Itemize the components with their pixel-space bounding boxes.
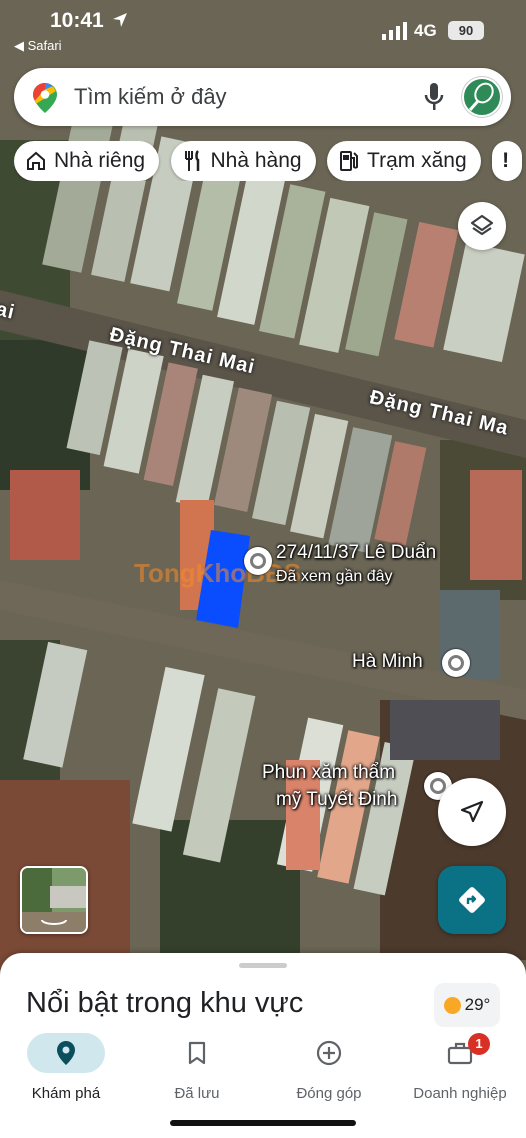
selected-place-pin-icon[interactable] [244, 547, 272, 575]
chip-more[interactable]: ! [492, 141, 523, 181]
maps-pin-icon [33, 83, 57, 113]
notification-badge: 1 [468, 1033, 490, 1055]
chip-gas-station[interactable]: Trạm xăng [327, 141, 481, 181]
poi-label[interactable]: Hà Minh [352, 651, 423, 673]
tab-label: Doanh nghiệp [413, 1085, 507, 1102]
chip-label: Nhà riêng [54, 149, 146, 172]
chip-home[interactable]: Nhà riêng [14, 141, 160, 181]
sheet-drag-handle[interactable] [239, 963, 287, 968]
poi-label[interactable]: mỹ Tuyết Đinh [276, 789, 397, 811]
category-chips: Nhà riêng Nhà hàng Trạm xăng ! [14, 141, 526, 181]
tennis-racket-icon [468, 82, 494, 111]
mic-icon[interactable] [424, 82, 444, 112]
tab-label: Đóng góp [296, 1085, 362, 1102]
street-view-preview [22, 868, 86, 932]
layers-icon [470, 214, 494, 236]
directions-button[interactable] [438, 866, 506, 934]
layers-button[interactable] [458, 202, 506, 250]
clock: 10:41 [50, 9, 104, 32]
home-indicator[interactable] [170, 1120, 356, 1126]
battery-level: 90 [448, 21, 484, 40]
add-circle-icon [316, 1040, 342, 1066]
chip-label: Trạm xăng [367, 149, 467, 172]
navigation-arrow-icon [460, 800, 484, 823]
network-type: 4G [414, 21, 437, 40]
more-icon: ! [502, 149, 510, 172]
poi-label[interactable]: Phun xăm thẩm [262, 762, 395, 784]
temperature: 29° [464, 995, 491, 1014]
selected-place-subtitle: Đã xem gần đây [276, 568, 393, 585]
selected-place-name[interactable]: 274/11/37 Lê Duẩn [276, 542, 436, 564]
bookmark-icon [188, 1041, 206, 1065]
back-to-safari[interactable]: ◀ Safari [14, 38, 62, 54]
search-input[interactable]: Tìm kiếm ở đây [74, 84, 227, 110]
tab-business[interactable]: 1 Doanh nghiệp [400, 1027, 520, 1117]
home-icon [27, 151, 45, 170]
tab-label: Đã lưu [174, 1085, 220, 1102]
location-arrow-icon [113, 13, 127, 27]
poi-pin-icon[interactable] [442, 649, 470, 677]
gas-station-icon [340, 151, 359, 171]
sun-icon [443, 996, 461, 1014]
avatar[interactable] [462, 77, 502, 117]
tab-label: Khám phá [31, 1085, 101, 1102]
tab-contribute[interactable]: Đóng góp [269, 1027, 389, 1117]
search-bar[interactable]: Tìm kiếm ở đây [14, 68, 511, 126]
weather-badge[interactable]: 29° [434, 983, 500, 1027]
chip-restaurant[interactable]: Nhà hàng [170, 141, 316, 181]
status-bar: 10:41 ◀ Safari 4G 90 [0, 0, 526, 60]
directions-icon [459, 887, 485, 913]
my-location-button[interactable] [438, 778, 506, 846]
restaurant-icon [184, 150, 199, 171]
sheet-heading: Nổi bật trong khu vực [26, 987, 304, 1019]
street-view-thumbnail[interactable] [20, 866, 88, 934]
explore-pin-icon [57, 1041, 75, 1065]
tab-explore[interactable]: Khám phá [6, 1027, 126, 1117]
signal-icon [382, 22, 407, 40]
tab-saved[interactable]: Đã lưu [137, 1027, 257, 1117]
chip-label: Nhà hàng [210, 149, 302, 172]
